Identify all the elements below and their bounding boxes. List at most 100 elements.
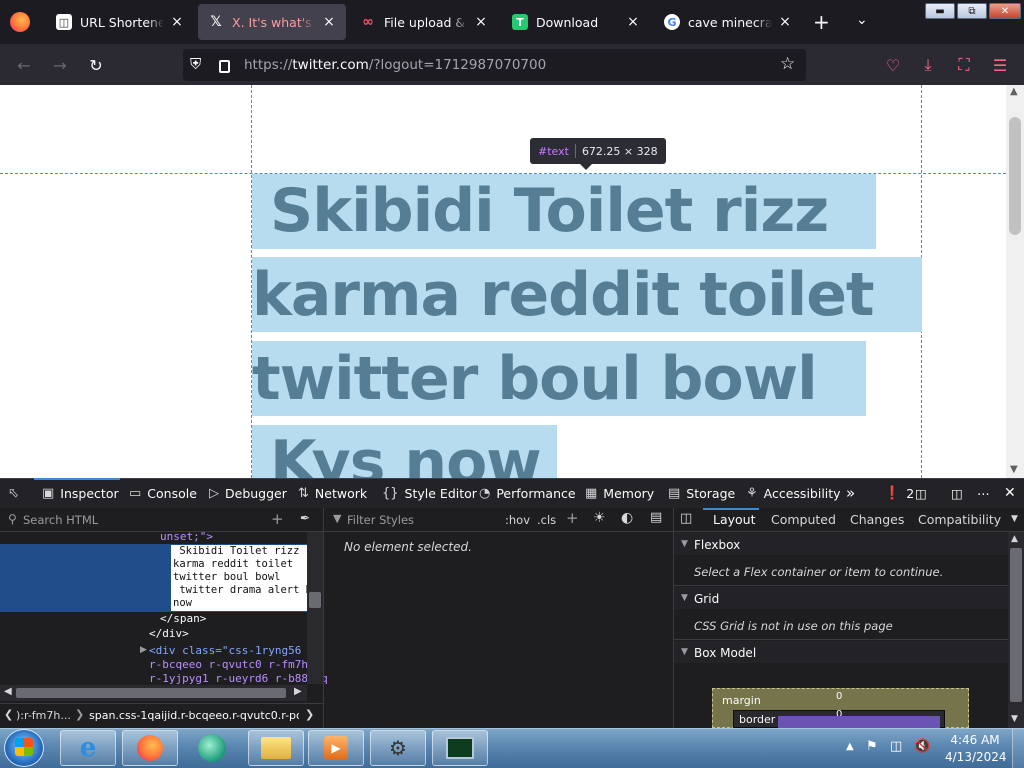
close-window-button[interactable]: ✕ (989, 3, 1021, 19)
margin-top-value[interactable]: 0 (836, 691, 842, 702)
breadcrumb-item-current[interactable]: span.css-1qaijid.r-bcqeeo.r-qvutc0.r-poi… (89, 709, 299, 722)
layout-scrollbar-thumb[interactable] (1010, 548, 1022, 702)
responsive-design-icon[interactable]: ◫ (915, 485, 927, 501)
pocket-icon[interactable]: ♡ (883, 55, 903, 75)
page-scrollbar-thumb[interactable] (1009, 117, 1021, 235)
add-rule-icon[interactable]: + (566, 509, 579, 527)
taskbar-firefox[interactable] (122, 730, 178, 766)
error-count-badge[interactable]: ❗ 2 (884, 485, 914, 501)
hscroll-right-arrow-icon[interactable]: ▶ (294, 686, 302, 697)
tooltip-node-type: #text (538, 144, 569, 158)
url-text[interactable]: https://twitter.com/?logout=171298707070… (244, 57, 546, 73)
search-html-input[interactable]: Search HTML (23, 513, 98, 527)
breadcrumb-scroll-right-icon[interactable]: ❯ (305, 708, 314, 721)
clock-date[interactable]: 4/13/2024 (945, 750, 1007, 764)
tab-style-editor[interactable]: {} Style Editor (382, 485, 477, 501)
restore-button[interactable]: ⧉ (957, 3, 987, 19)
list-all-tabs-icon[interactable]: ⌄ (856, 12, 868, 28)
back-icon[interactable]: ← (14, 55, 34, 75)
tab-file-upload[interactable]: ∞ File upload & sha × (350, 4, 498, 40)
markup-hscrollbar-thumb[interactable] (16, 688, 286, 698)
taskbar-control-panel[interactable]: ⚙ (370, 730, 426, 766)
class-toggle[interactable]: .cls (537, 513, 556, 527)
minimize-button[interactable]: ▬ (925, 3, 955, 19)
hscroll-left-arrow-icon[interactable]: ◀ (4, 686, 12, 697)
tab-url-shortener[interactable]: ◫ URL Shortener - u × (46, 4, 194, 40)
breadcrumb-item[interactable]: ):r-fm7h... (16, 709, 71, 722)
devtools-menu-icon[interactable]: ⋯ (977, 485, 990, 501)
new-tab-button[interactable]: + (813, 10, 830, 34)
firefox-menu-icon[interactable] (10, 12, 30, 32)
breadcrumb-scroll-left-icon[interactable]: ❮ (4, 708, 13, 721)
markup-scrollbar-thumb[interactable] (309, 592, 321, 608)
tab-download[interactable]: T Download × (502, 4, 650, 40)
tab-console[interactable]: ▭ Console (129, 485, 197, 501)
more-tools-chevron-icon[interactable]: » (846, 484, 855, 502)
tab-computed[interactable]: Computed (771, 512, 836, 527)
show-hidden-icons-icon[interactable]: ▲ (846, 741, 854, 752)
tab-network[interactable]: ⇅ Network (298, 485, 367, 501)
add-node-icon[interactable]: + (271, 510, 284, 528)
pane-divider (0, 703, 323, 704)
tab-performance[interactable]: ◔ Performance (479, 485, 576, 501)
expand-node-triangle-icon[interactable]: ▶ (140, 645, 147, 655)
markup-line-div[interactable]: <div class="css-1ryng56 (149, 644, 301, 657)
close-devtools-icon[interactable]: ✕ (1004, 485, 1016, 501)
x-favicon-icon: 𝕏 (210, 14, 222, 30)
print-media-icon[interactable]: ▤ (650, 510, 662, 525)
reload-icon[interactable]: ↻ (86, 55, 106, 75)
tab-compatibility[interactable]: Compatibility (918, 512, 1001, 527)
scroll-up-arrow-icon[interactable]: ▲ (1010, 86, 1018, 97)
layout-scroll-up-icon[interactable]: ▲ (1011, 534, 1018, 544)
show-desktop-button[interactable] (1012, 729, 1024, 768)
tracking-protection-shield-icon[interactable]: ⛨ (190, 55, 201, 73)
dark-mode-icon[interactable]: ◐ (621, 510, 633, 526)
taskbar-task-manager[interactable] (432, 730, 488, 766)
toggle-sidebar-icon[interactable]: ◫ (680, 511, 692, 526)
downloads-icon[interactable]: ⤓ (918, 55, 938, 75)
taskbar-app-green[interactable] (184, 730, 240, 766)
close-tab-icon[interactable]: × (170, 14, 184, 30)
tab-debugger[interactable]: ▷ Debugger (209, 485, 287, 501)
forward-icon[interactable]: → (50, 55, 70, 75)
eyedropper-icon[interactable]: ✒ (300, 511, 310, 525)
accessibility-icon: ⚘ (746, 485, 758, 501)
close-tab-icon[interactable]: × (778, 14, 792, 30)
dock-side-icon[interactable]: ◫ (951, 485, 963, 501)
layout-tabs-menu-icon[interactable]: ▼ (1011, 514, 1018, 524)
tab-memory[interactable]: ▦ Memory (585, 485, 654, 501)
tab-x-twitter[interactable]: 𝕏 X. It's what's happ × (198, 4, 346, 40)
volume-muted-icon[interactable]: 🔇 (914, 739, 930, 754)
markup-scrollbar[interactable] (307, 532, 323, 684)
app-menu-icon[interactable]: ☰ (990, 55, 1010, 75)
tab-google-search[interactable]: G cave minecratas - × (654, 4, 802, 40)
google-favicon-icon: G (664, 14, 680, 30)
filter-styles-input[interactable]: Filter Styles (347, 513, 414, 527)
tab-changes[interactable]: Changes (850, 512, 904, 527)
element-picker-icon[interactable]: ⬁ (8, 485, 25, 501)
clock-time[interactable]: 4:46 AM (950, 733, 1000, 747)
taskbar-media-player[interactable]: ▶ (308, 730, 364, 766)
extensions-icon[interactable]: ⛶ (954, 55, 974, 75)
light-mode-icon[interactable]: ☀ (593, 510, 606, 526)
tab-layout[interactable]: Layout (713, 512, 756, 527)
box-model-padding[interactable] (778, 716, 940, 728)
scroll-down-arrow-icon[interactable]: ▼ (1010, 464, 1018, 475)
close-tab-icon[interactable]: × (474, 14, 488, 30)
tab-storage[interactable]: ▤ Storage (668, 485, 735, 501)
tab-accessibility[interactable]: ⚘ Accessibility (746, 485, 841, 501)
taskbar-file-explorer[interactable] (248, 730, 304, 766)
taskbar-internet-explorer[interactable]: e (60, 730, 116, 766)
hover-pseudo-toggle[interactable]: :hov (505, 513, 530, 527)
grid-section-header[interactable] (674, 587, 1008, 609)
close-tab-icon[interactable]: × (626, 14, 640, 30)
bookmark-star-icon[interactable]: ☆ (780, 54, 795, 74)
action-center-flag-icon[interactable]: ⚑ (866, 739, 878, 754)
tab-label: Inspector (60, 485, 119, 501)
layout-scroll-down-icon[interactable]: ▼ (1011, 714, 1018, 724)
tab-inspector[interactable]: ▣ Inspector (42, 485, 119, 501)
network-icon[interactable]: ◫ (890, 739, 902, 754)
lock-icon[interactable] (219, 60, 230, 73)
close-tab-icon[interactable]: × (322, 14, 336, 30)
inline-text-editor[interactable]: Skibidi Toilet rizz karma reddit toilet … (171, 545, 307, 611)
